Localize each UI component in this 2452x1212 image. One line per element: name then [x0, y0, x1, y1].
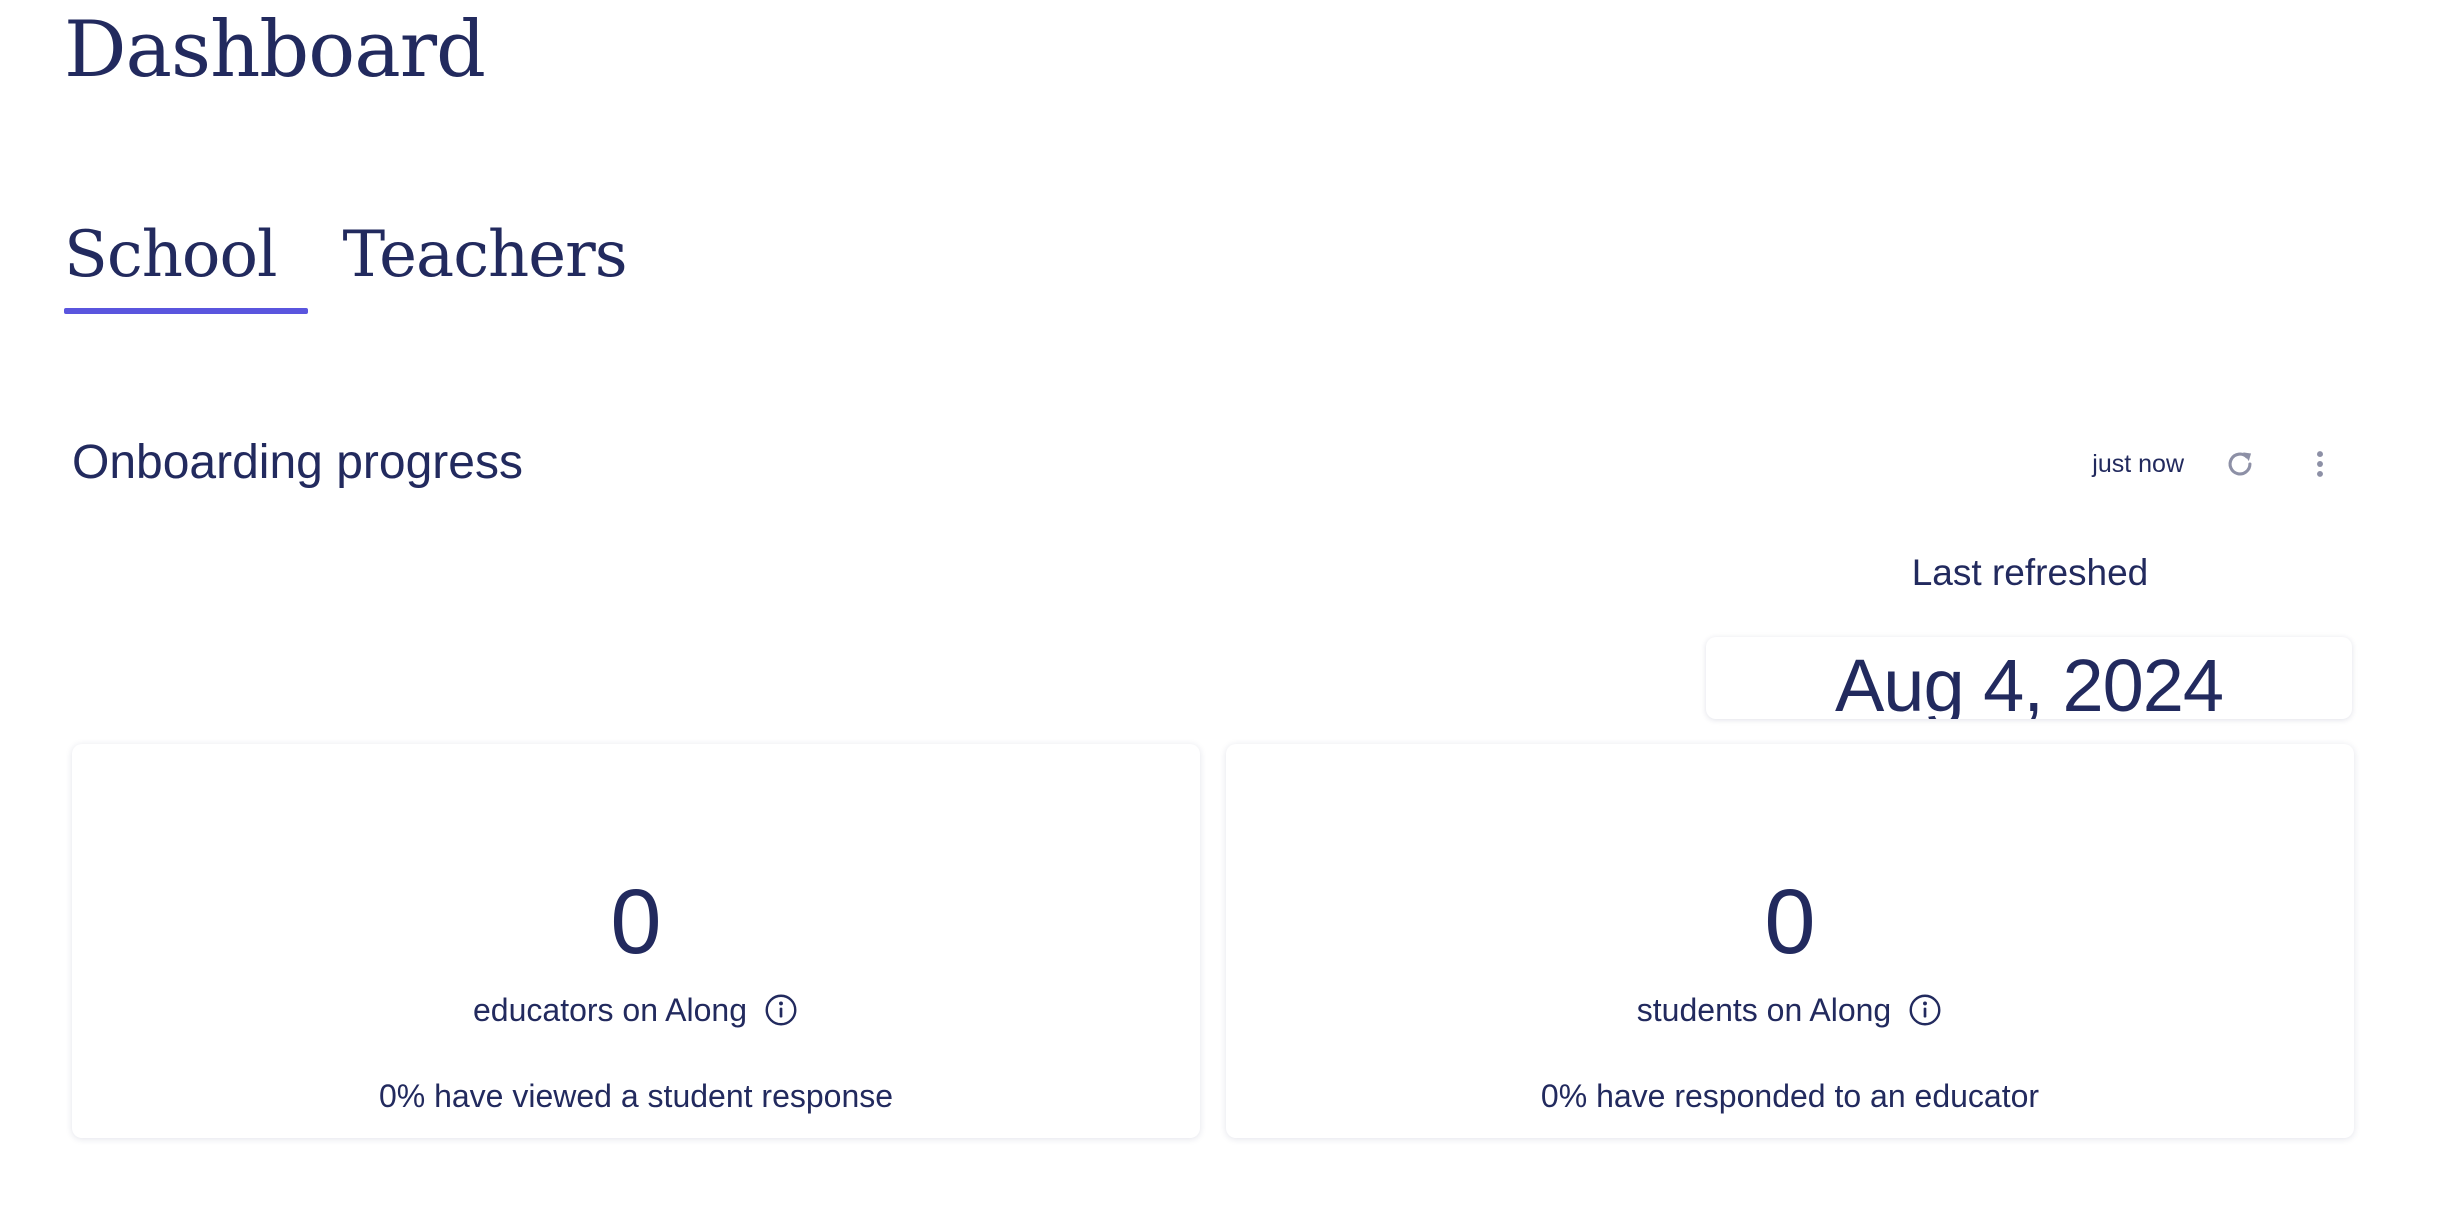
- refresh-time: just now: [2092, 449, 2184, 478]
- dashboard-page: Dashboard School Teachers Onboarding pro…: [0, 0, 2452, 1212]
- educators-note: 0% have viewed a student response: [378, 1078, 894, 1114]
- students-note: 0% have responded to an educator: [1540, 1078, 2040, 1114]
- educators-card: 0 educators on Along 0% have viewed a st…: [72, 744, 1200, 1138]
- more-vertical-icon[interactable]: [2292, 436, 2348, 492]
- section-toolbar: just now: [2092, 436, 2348, 492]
- students-card: 0 students on Along 0% have responded to…: [1226, 744, 2354, 1138]
- last-refreshed-label: Last refreshed: [1911, 552, 2149, 593]
- educators-label: educators on Along: [473, 992, 747, 1028]
- info-icon[interactable]: [1907, 992, 1943, 1028]
- students-count: 0: [1764, 871, 1816, 973]
- students-label-row: students on Along: [1226, 988, 2354, 1032]
- refresh-icon[interactable]: [2212, 436, 2268, 492]
- last-refreshed-date-box: Aug 4, 2024: [1706, 637, 2352, 719]
- section-title: Onboarding progress: [72, 436, 523, 489]
- tab-teachers[interactable]: Teachers: [342, 210, 658, 316]
- students-label: students on Along: [1636, 992, 1892, 1028]
- last-refreshed-date: Aug 4, 2024: [1834, 644, 2224, 719]
- info-icon[interactable]: [763, 992, 799, 1028]
- educators-label-row: educators on Along: [72, 988, 1200, 1032]
- educators-count: 0: [610, 871, 662, 973]
- dashboard-tabs: School Teachers: [64, 210, 659, 316]
- page-title: Dashboard: [64, 5, 486, 95]
- tab-school[interactable]: School: [64, 210, 309, 316]
